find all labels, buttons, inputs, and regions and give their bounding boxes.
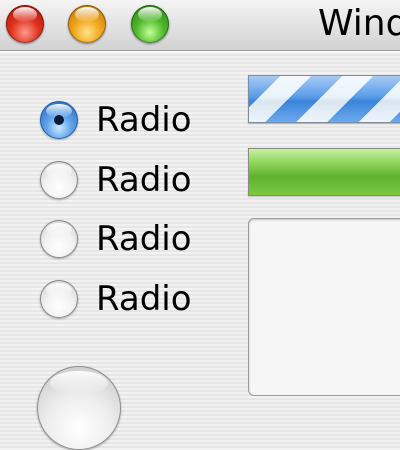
determinate-progress-bar xyxy=(248,148,400,196)
radio-label: Radio xyxy=(96,160,192,200)
radio-button-2[interactable]: Radio xyxy=(40,157,192,203)
window-title: Wind xyxy=(318,3,400,44)
radio-label: Radio xyxy=(96,100,192,140)
indeterminate-progress-bar xyxy=(248,75,400,123)
radio-label: Radio xyxy=(96,279,192,319)
text-area[interactable] xyxy=(248,218,400,396)
radio-indicator[interactable] xyxy=(40,220,78,258)
radio-indicator-selected[interactable] xyxy=(40,101,78,139)
minimize-button[interactable] xyxy=(68,5,106,43)
close-button[interactable] xyxy=(6,5,44,43)
progress-fill xyxy=(249,149,400,195)
radio-dot xyxy=(54,115,64,125)
radio-button-1[interactable]: Radio xyxy=(40,97,192,143)
radio-indicator[interactable] xyxy=(40,280,78,318)
title-bar: Wind xyxy=(0,0,400,51)
radio-indicator[interactable] xyxy=(40,161,78,199)
radio-button-4[interactable]: Radio xyxy=(40,276,192,322)
zoom-button[interactable] xyxy=(131,5,169,43)
radio-label: Radio xyxy=(96,219,192,259)
radio-button-3[interactable]: Radio xyxy=(40,216,192,262)
round-button[interactable] xyxy=(37,366,121,450)
